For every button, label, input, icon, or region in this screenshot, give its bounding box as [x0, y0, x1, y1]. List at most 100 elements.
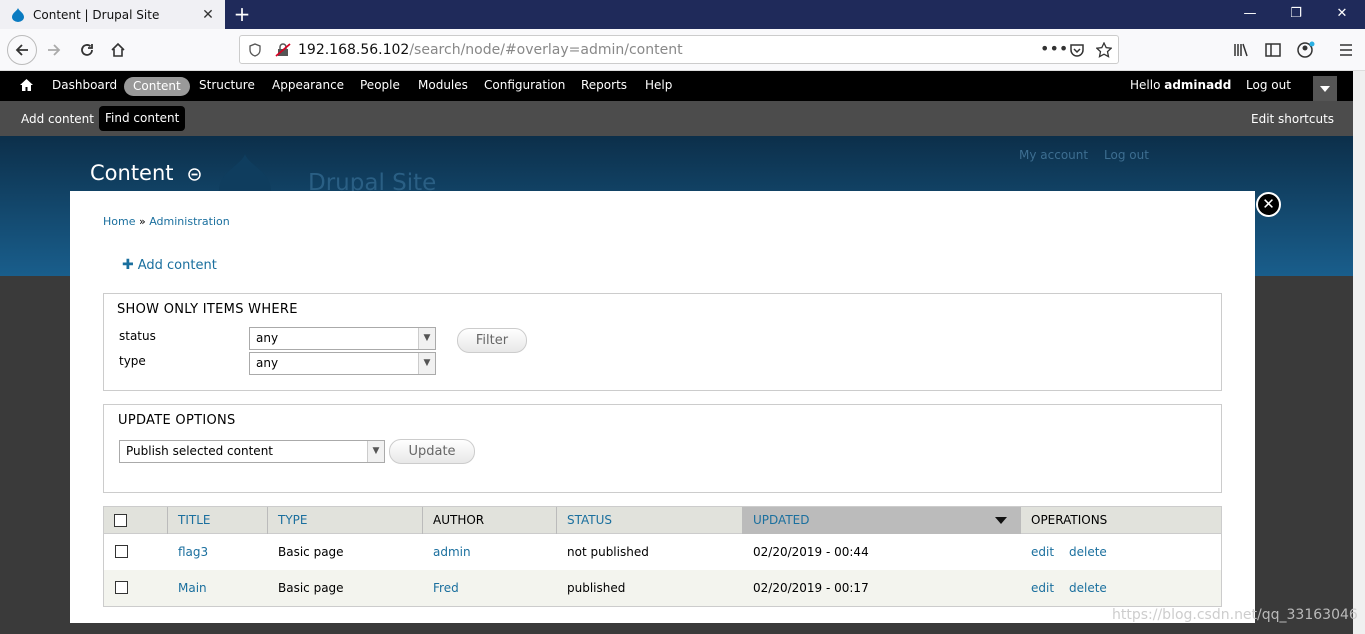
page-actions-icon[interactable]: ••• — [1040, 39, 1068, 58]
toolbar-drawer-toggle[interactable] — [1313, 76, 1337, 102]
chevron-down-icon: ▼ — [418, 328, 435, 349]
shortcut-add-content[interactable]: Add content — [21, 112, 94, 126]
breadcrumb-administration[interactable]: Administration — [149, 215, 230, 228]
breadcrumb-home[interactable]: Home — [103, 215, 135, 228]
bookmark-star-icon[interactable] — [1096, 42, 1112, 58]
toolbar-help[interactable]: Help — [645, 78, 672, 92]
filter-fieldset: SHOW ONLY ITEMS WHERE status any ▼ type … — [103, 293, 1222, 391]
pocket-icon[interactable] — [1069, 43, 1085, 58]
type-select-value: any — [256, 356, 279, 370]
browser-tab-strip: Content | Drupal Site ✕ + — ❐ ✕ — [0, 0, 1365, 29]
watermark: https://blog.csdn.net/qq_33163046 — [1112, 607, 1358, 623]
drupal-admin-toolbar: Dashboard Content Structure Appearance P… — [0, 71, 1353, 102]
status-label: status — [119, 329, 156, 343]
close-tab-icon[interactable]: ✕ — [202, 8, 214, 22]
url-text[interactable]: 192.168.56.102/search/node/#overlay=admi… — [298, 42, 683, 58]
toolbar-logout[interactable]: Log out — [1246, 78, 1291, 92]
row-updated: 02/20/2019 - 00:44 — [753, 545, 869, 559]
toolbar-structure[interactable]: Structure — [199, 78, 255, 92]
shield-icon[interactable] — [248, 43, 262, 57]
header-title[interactable]: TITLE — [168, 507, 268, 534]
overlay-panel: Home » Administration ✚ Add content SHOW … — [70, 191, 1255, 623]
header-author: AUTHOR — [423, 507, 557, 534]
caret-down-icon — [1320, 86, 1330, 92]
row-title[interactable]: Main — [178, 570, 207, 606]
toolbar-dashboard[interactable]: Dashboard — [52, 78, 117, 92]
row-author[interactable]: Fred — [433, 570, 459, 606]
home-button[interactable] — [104, 36, 132, 64]
type-select[interactable]: any ▼ — [249, 352, 436, 375]
toolbar-appearance[interactable]: Appearance — [272, 78, 344, 92]
row-checkbox[interactable] — [115, 545, 128, 558]
window-close-icon[interactable]: ✕ — [1319, 0, 1365, 29]
url-host: 192.168.56.102 — [298, 42, 410, 58]
select-all-checkbox[interactable] — [114, 514, 127, 527]
minimize-icon[interactable]: — — [1227, 0, 1273, 29]
row-delete-link[interactable]: delete — [1069, 534, 1107, 570]
table-row: flag3 Basic page admin not published 02/… — [104, 534, 1221, 570]
select-all-cell — [104, 507, 168, 534]
status-select[interactable]: any ▼ — [249, 327, 436, 350]
header-updated[interactable]: UPDATED — [743, 507, 1021, 534]
toolbar-content[interactable]: Content — [124, 77, 190, 96]
breadcrumb-separator: » — [135, 215, 150, 228]
new-tab-button[interactable]: + — [231, 4, 253, 26]
row-author[interactable]: admin — [433, 534, 471, 570]
sidebar-icon[interactable] — [1265, 42, 1281, 58]
row-delete-link[interactable]: delete — [1069, 570, 1107, 606]
header-status[interactable]: STATUS — [557, 507, 743, 534]
header-type[interactable]: TYPE — [268, 507, 423, 534]
update-button[interactable]: Update — [389, 439, 475, 464]
toolbar-modules[interactable]: Modules — [418, 78, 468, 92]
edit-shortcuts-link[interactable]: Edit shortcuts — [1251, 112, 1334, 126]
chevron-down-icon: ▼ — [367, 441, 384, 462]
row-type: Basic page — [278, 581, 344, 595]
row-updated: 02/20/2019 - 00:17 — [753, 581, 869, 595]
add-content-link[interactable]: ✚ Add content — [122, 257, 217, 273]
update-options-legend: UPDATE OPTIONS — [118, 413, 236, 428]
toolbar-people[interactable]: People — [360, 78, 400, 92]
menu-icon[interactable] — [1338, 42, 1354, 58]
row-edit-link[interactable]: edit — [1031, 570, 1054, 606]
update-action-select[interactable]: Publish selected content ▼ — [119, 440, 385, 463]
table-row: Main Basic page Fred published 02/20/201… — [104, 570, 1221, 606]
row-edit-link[interactable]: edit — [1031, 534, 1054, 570]
browser-tab[interactable]: Content | Drupal Site ✕ — [0, 0, 225, 29]
reload-button[interactable] — [73, 36, 101, 64]
toolbar-reports[interactable]: Reports — [581, 78, 627, 92]
reload-icon — [81, 44, 93, 56]
insecure-lock-icon[interactable] — [275, 43, 291, 57]
drupal-favicon-icon — [12, 7, 24, 22]
hello-user: Hello adminadd — [1130, 78, 1231, 92]
account-icon[interactable] — [1297, 41, 1315, 59]
shortcuts-bar: Add content Find content Edit shortcuts — [0, 101, 1353, 136]
add-content-label: Add content — [137, 258, 217, 273]
overlay-title: Content — [90, 161, 201, 185]
page-scrollbar[interactable] — [1353, 71, 1365, 634]
my-account-link[interactable]: My account — [1019, 148, 1088, 162]
forward-button[interactable] — [40, 36, 68, 64]
drupal-logo-icon — [218, 154, 272, 194]
row-status: published — [567, 581, 626, 595]
row-status: not published — [567, 545, 649, 559]
row-checkbox[interactable] — [115, 581, 128, 594]
update-options-fieldset: UPDATE OPTIONS Publish selected content … — [103, 404, 1222, 493]
plus-icon: ✚ — [122, 257, 134, 273]
library-icon[interactable] — [1233, 42, 1249, 58]
chevron-down-icon: ▼ — [418, 353, 435, 374]
breadcrumb: Home » Administration — [103, 215, 230, 228]
content-table: TITLE TYPE AUTHOR STATUS UPDATED OPERATI… — [103, 506, 1222, 607]
site-logout-link[interactable]: Log out — [1104, 148, 1149, 162]
address-bar[interactable]: 192.168.56.102/search/node/#overlay=admi… — [239, 35, 1119, 64]
overlay-close-button[interactable]: ✕ — [1256, 192, 1281, 217]
restore-icon[interactable]: ❐ — [1273, 0, 1319, 29]
back-button[interactable] — [7, 35, 37, 65]
toolbar-configuration[interactable]: Configuration — [484, 78, 565, 92]
row-title[interactable]: flag3 — [178, 534, 208, 570]
home-icon[interactable] — [19, 78, 34, 92]
collapse-shortcut-icon[interactable] — [188, 168, 201, 181]
update-action-value: Publish selected content — [126, 444, 273, 458]
tab-title: Content | Drupal Site — [33, 7, 160, 22]
shortcut-find-content[interactable]: Find content — [99, 106, 186, 131]
filter-button[interactable]: Filter — [457, 328, 527, 353]
